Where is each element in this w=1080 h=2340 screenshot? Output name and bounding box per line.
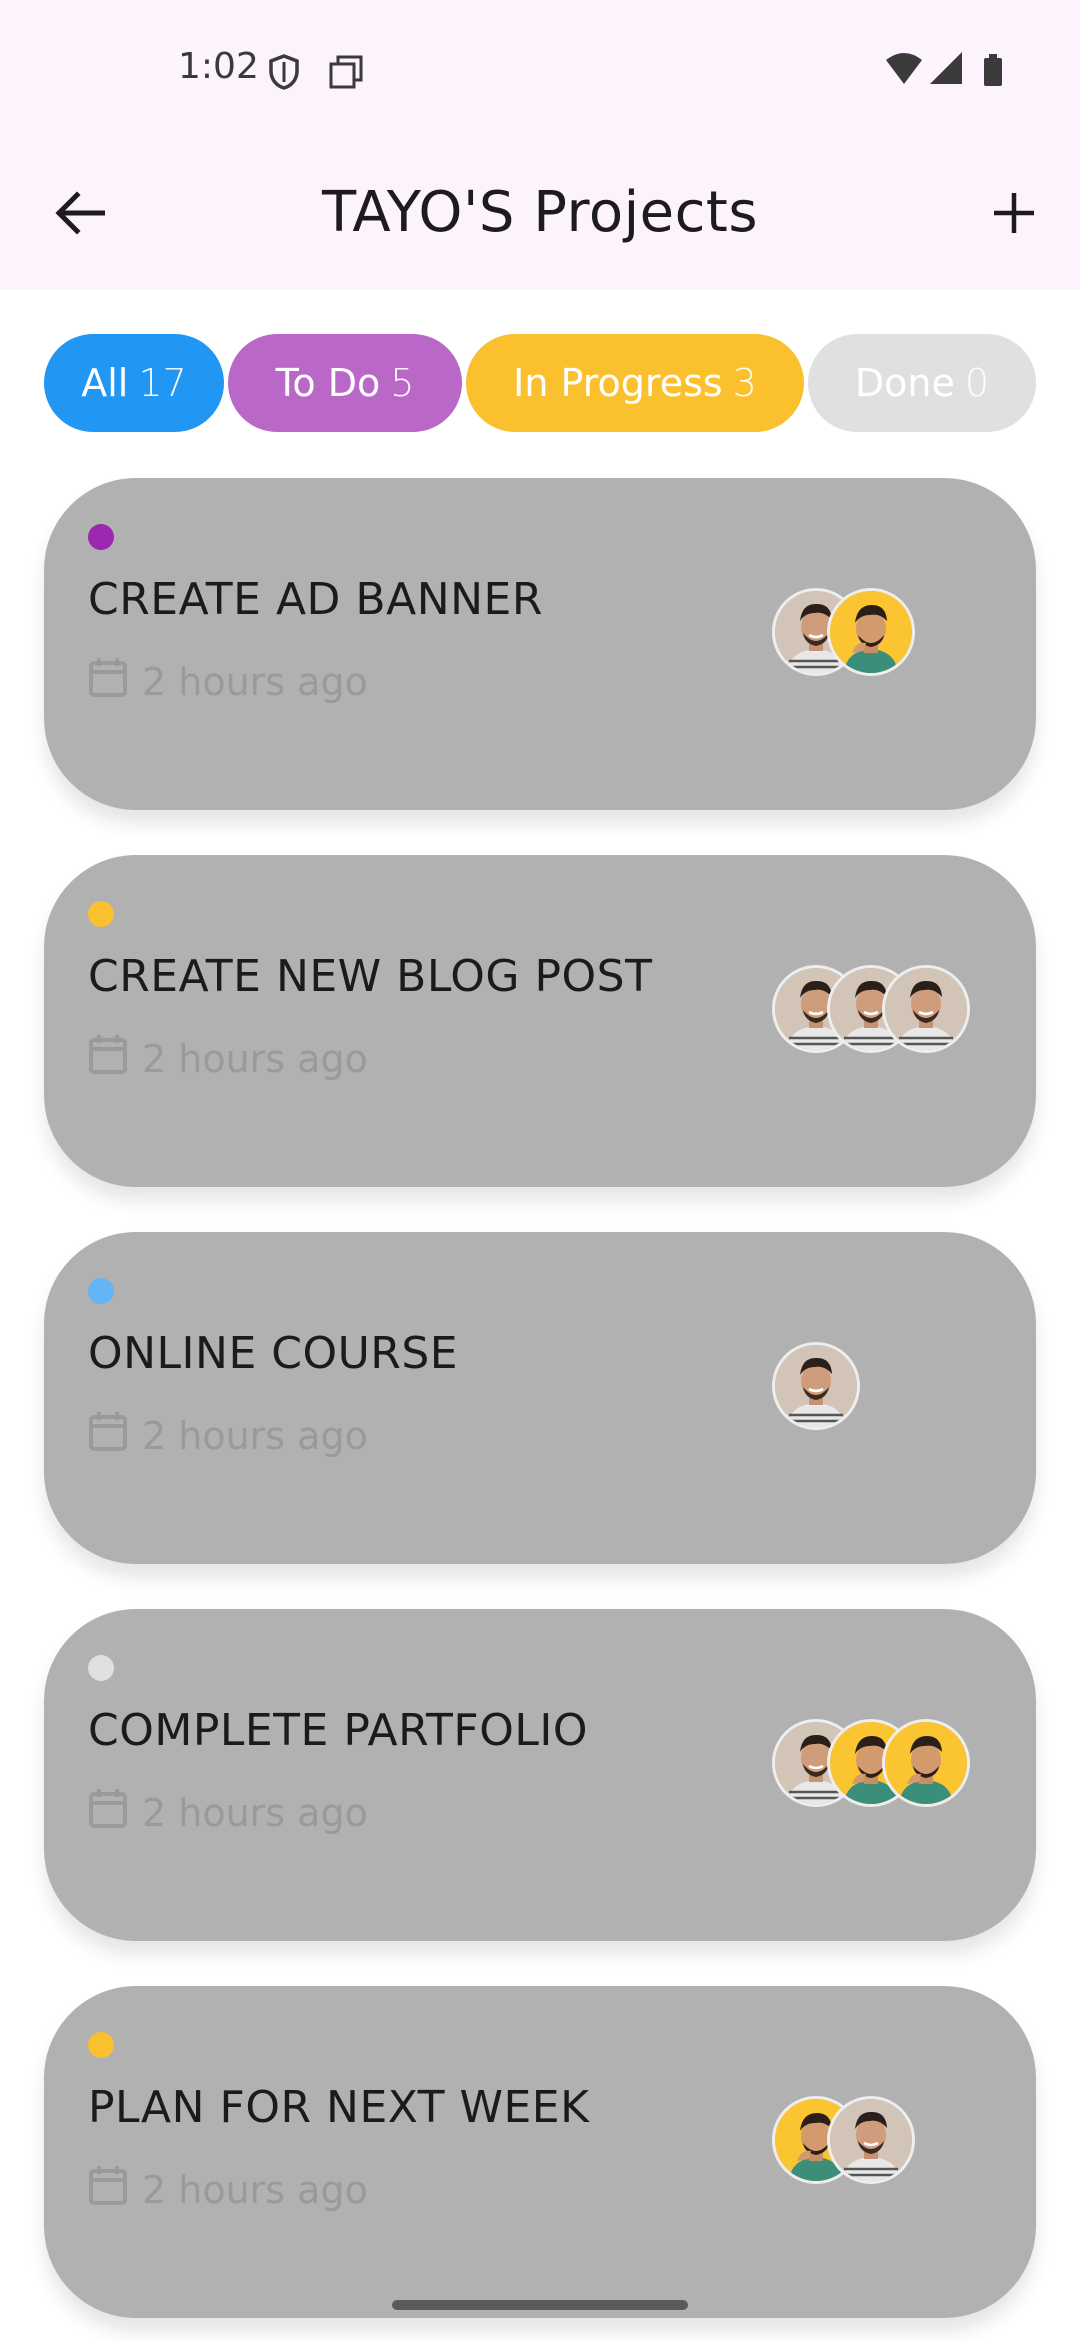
status-dot (88, 1278, 114, 1304)
battery-icon (984, 54, 1002, 86)
status-time: 1:02 (178, 46, 259, 87)
time-label: 2 hours ago (142, 2167, 368, 2212)
plus-icon (992, 191, 1036, 239)
avatar[interactable] (772, 1342, 860, 1430)
app-bar: TAYO'S Projects (0, 140, 1080, 290)
project-card[interactable]: COMPLETE PARTFOLIO 2 hours ago (44, 1609, 1036, 1941)
project-card[interactable]: CREATE AD BANNER 2 hours ago (44, 478, 1036, 810)
wifi-icon (886, 53, 922, 84)
project-time: 2 hours ago (88, 1410, 368, 1461)
filter-chip-done[interactable]: Done 0 (808, 334, 1036, 432)
calendar-icon (88, 656, 142, 707)
status-dot (88, 901, 114, 927)
project-title: CREATE NEW BLOG POST (88, 951, 653, 1002)
page-title: TAYO'S Projects (321, 180, 759, 245)
filter-chip-all[interactable]: All 17 (44, 334, 224, 432)
avatar[interactable] (882, 965, 970, 1053)
status-dot (88, 1655, 114, 1681)
status-indicators (884, 52, 1014, 92)
avatar[interactable] (827, 588, 915, 676)
shield-icon (268, 54, 300, 94)
project-card[interactable]: CREATE NEW BLOG POST 2 hours ago (44, 855, 1036, 1187)
project-time: 2 hours ago (88, 1033, 368, 1084)
avatar[interactable] (827, 2096, 915, 2184)
home-indicator[interactable] (392, 2300, 688, 2310)
time-label: 2 hours ago (142, 659, 368, 704)
add-project-button[interactable] (974, 175, 1054, 255)
status-bar: 1:02 (0, 0, 1080, 140)
calendar-icon (88, 1033, 142, 1084)
chip-count: 17 (138, 361, 187, 405)
project-card[interactable]: PLAN FOR NEXT WEEK 2 hours ago (44, 1986, 1036, 2318)
signal-icon (930, 52, 962, 84)
project-time: 2 hours ago (88, 656, 368, 707)
project-title: PLAN FOR NEXT WEEK (88, 2082, 590, 2133)
project-title: CREATE AD BANNER (88, 574, 543, 625)
status-dot (88, 2032, 114, 2058)
time-label: 2 hours ago (142, 1790, 368, 1835)
filter-chip-todo[interactable]: To Do 5 (228, 334, 462, 432)
chip-label: All (81, 361, 129, 405)
chip-label: Done (854, 361, 955, 405)
project-time: 2 hours ago (88, 1787, 368, 1838)
calendar-icon (88, 1787, 142, 1838)
chip-count: 5 (390, 361, 415, 405)
avatar[interactable] (882, 1719, 970, 1807)
chip-label: To Do (275, 361, 381, 405)
project-card[interactable]: ONLINE COURSE 2 hours ago (44, 1232, 1036, 1564)
chip-count: 3 (732, 361, 757, 405)
status-dot (88, 524, 114, 550)
screenshot-icon (328, 54, 364, 94)
project-time: 2 hours ago (88, 2164, 368, 2215)
project-title: ONLINE COURSE (88, 1328, 459, 1379)
calendar-icon (88, 1410, 142, 1461)
calendar-icon (88, 2164, 142, 2215)
time-label: 2 hours ago (142, 1036, 368, 1081)
chip-count: 0 (964, 361, 990, 405)
project-title: COMPLETE PARTFOLIO (88, 1705, 588, 1756)
chip-label: In Progress (513, 361, 723, 405)
time-label: 2 hours ago (142, 1413, 368, 1458)
filter-chip-in-progress[interactable]: In Progress 3 (466, 334, 804, 432)
